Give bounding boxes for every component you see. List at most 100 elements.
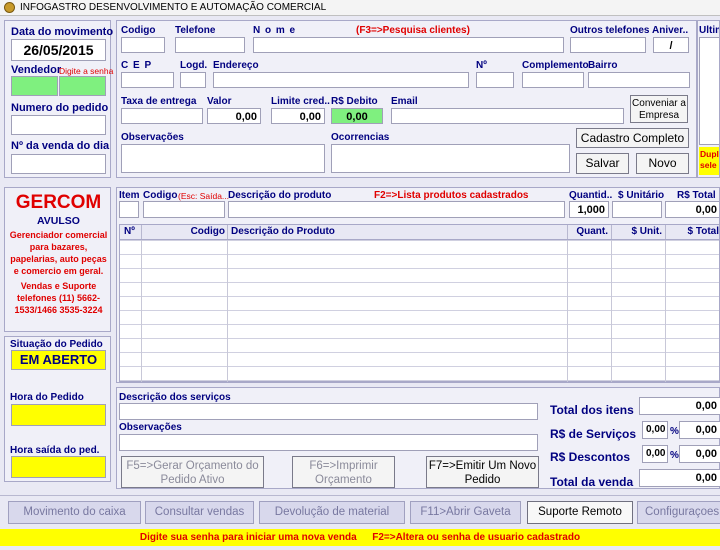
exit-time-label: Hora saída do ped.	[10, 445, 100, 456]
date-field[interactable]: 26/05/2015	[11, 39, 106, 61]
unit-price-field[interactable]	[612, 201, 662, 218]
grid-body[interactable]	[120, 240, 719, 382]
services-desc-field[interactable]	[119, 403, 538, 420]
services-percent-symbol: %	[670, 426, 679, 437]
cash-movement-button[interactable]: Movimento do caixa	[8, 501, 141, 524]
customer-notes-field[interactable]	[121, 144, 325, 173]
settings-button[interactable]: Configuraçoes	[637, 501, 720, 524]
services-desc-label: Descrição dos serviços	[119, 392, 231, 403]
order-number-label: Numero do pedido	[11, 102, 109, 114]
services-percent-field[interactable]: 0,00	[642, 421, 668, 439]
phone-field[interactable]	[175, 37, 245, 53]
logo-panel: GERCOM AVULSO Gerenciador comercial para…	[4, 187, 111, 332]
services-notes-label: Observações	[119, 422, 182, 433]
qty-field[interactable]: 1,000	[569, 201, 609, 218]
items-panel: Item Codigo (Esc: Saída... Descrição do …	[116, 187, 720, 383]
phone-label: Telefone	[175, 25, 216, 36]
discounts-percent-symbol: %	[670, 450, 679, 461]
address-field[interactable]	[213, 72, 469, 88]
open-drawer-button[interactable]: F11>Abrir Gaveta	[410, 501, 521, 524]
customer-code-field[interactable]	[121, 37, 165, 53]
delivery-fee-field[interactable]	[121, 108, 203, 124]
number-field[interactable]	[476, 72, 514, 88]
sale-total-field: 0,00	[639, 469, 720, 487]
value-label: Valor	[207, 96, 232, 107]
grid-header: Nº Codigo Descrição do Produto Quant. $ …	[120, 225, 719, 240]
item-total-label: R$ Total	[677, 190, 716, 201]
seller-code-field[interactable]	[11, 76, 58, 96]
last-purchases-panel: Ultim Duplo sele	[697, 20, 720, 178]
last-label: Ultim	[699, 25, 719, 36]
item-total-field: 0,00	[665, 201, 719, 218]
full-register-button[interactable]: Cadastro Completo	[576, 128, 689, 148]
save-button[interactable]: Salvar	[576, 153, 629, 174]
agreement-button[interactable]: Conveniar a Empresa	[630, 95, 688, 123]
col-code[interactable]: Codigo	[142, 225, 228, 239]
last-purchases-list[interactable]	[699, 37, 719, 145]
f7-new-order-button[interactable]: F7=>Emitir Um Novo Pedido	[426, 456, 539, 488]
customer-code-label: Codigo	[121, 25, 156, 36]
col-total[interactable]: $ Total	[666, 225, 719, 239]
material-return-button[interactable]: Devolução de material	[259, 501, 405, 524]
app-icon	[4, 2, 15, 13]
value-field[interactable]: 0,00	[207, 108, 261, 124]
name-label: N o m e	[253, 25, 297, 36]
cep-field[interactable]	[121, 72, 174, 88]
col-number[interactable]: Nº	[120, 225, 142, 239]
seller-password-field[interactable]	[59, 76, 106, 96]
items-total-field: 0,00	[639, 397, 720, 415]
discounts-field[interactable]: 0,00	[679, 445, 720, 463]
unit-price-label: $ Unitário	[618, 190, 665, 201]
complement-label: Complemento	[522, 60, 589, 71]
order-number-field[interactable]	[11, 115, 106, 135]
status-bar: Digite sua senha para iniciar uma nova v…	[0, 529, 720, 546]
other-phones-label: Outros telefones	[570, 25, 650, 36]
qty-label: Quantid..	[569, 190, 613, 201]
col-unit[interactable]: $ Unit.	[612, 225, 666, 239]
new-button[interactable]: Novo	[636, 153, 689, 174]
order-status-field: EM ABERTO	[11, 350, 106, 370]
product-code-field[interactable]	[143, 201, 225, 218]
status-message-right: F2=>Altera ou senha de usuario cadastrad…	[372, 532, 581, 543]
services-notes-field[interactable]	[119, 434, 538, 451]
customer-name-field[interactable]	[253, 37, 564, 53]
birthday-field[interactable]: /	[653, 37, 689, 53]
services-total-field[interactable]: 0,00	[679, 421, 720, 439]
col-quantity[interactable]: Quant.	[568, 225, 612, 239]
logo-support: Vendas e Suporte telefones (11) 5662-153…	[14, 281, 103, 315]
district-field[interactable]	[588, 72, 690, 88]
product-desc-field[interactable]	[228, 201, 565, 218]
email-field[interactable]	[391, 108, 624, 124]
f6-print-quote-button[interactable]: F6=>Imprimir Orçamento	[292, 456, 395, 488]
delivery-fee-label: Taxa de entrega	[121, 96, 197, 107]
services-panel: Descrição dos serviços Observações F5=>G…	[116, 387, 720, 489]
complement-field[interactable]	[522, 72, 584, 88]
logo-subtitle: AVULSO	[37, 215, 80, 227]
debit-label: R$ Debito	[331, 96, 378, 107]
col-description[interactable]: Descrição do Produto	[228, 225, 568, 239]
other-phones-field[interactable]	[570, 37, 646, 53]
credit-limit-label: Limite cred..	[271, 96, 330, 107]
order-time-label: Hora do Pedido	[10, 392, 84, 403]
double-click-hint: Duplo sele	[699, 147, 719, 175]
occurrences-field[interactable]	[331, 144, 570, 173]
customer-notes-label: Observações	[121, 132, 184, 143]
order-time-field	[11, 404, 106, 426]
district-label: Bairro	[588, 60, 618, 71]
discounts-percent-field[interactable]: 0,00	[642, 445, 668, 463]
day-sale-field[interactable]	[11, 154, 106, 174]
f5-quote-button[interactable]: F5=>Gerar Orçamento do Pedido Ativo	[121, 456, 264, 488]
query-sales-button[interactable]: Consultar vendas	[145, 501, 254, 524]
remote-support-button[interactable]: Suporte Remoto	[527, 501, 633, 524]
seller-label: Vendedor	[11, 64, 62, 76]
item-field[interactable]	[119, 201, 139, 218]
products-grid[interactable]: Nº Codigo Descrição do Produto Quant. $ …	[119, 224, 719, 382]
logd-field[interactable]	[180, 72, 206, 88]
customer-panel: Codigo Telefone N o m e (F3=>Pesquisa cl…	[116, 20, 697, 178]
status-label: Situação do Pedido	[10, 339, 103, 350]
birthday-label: Aniver..	[652, 25, 689, 36]
day-sale-label: Nº da venda do dia	[11, 140, 110, 152]
number-label: Nº	[476, 60, 487, 71]
item-label: Item	[119, 190, 140, 201]
debit-field: 0,00	[331, 108, 383, 124]
